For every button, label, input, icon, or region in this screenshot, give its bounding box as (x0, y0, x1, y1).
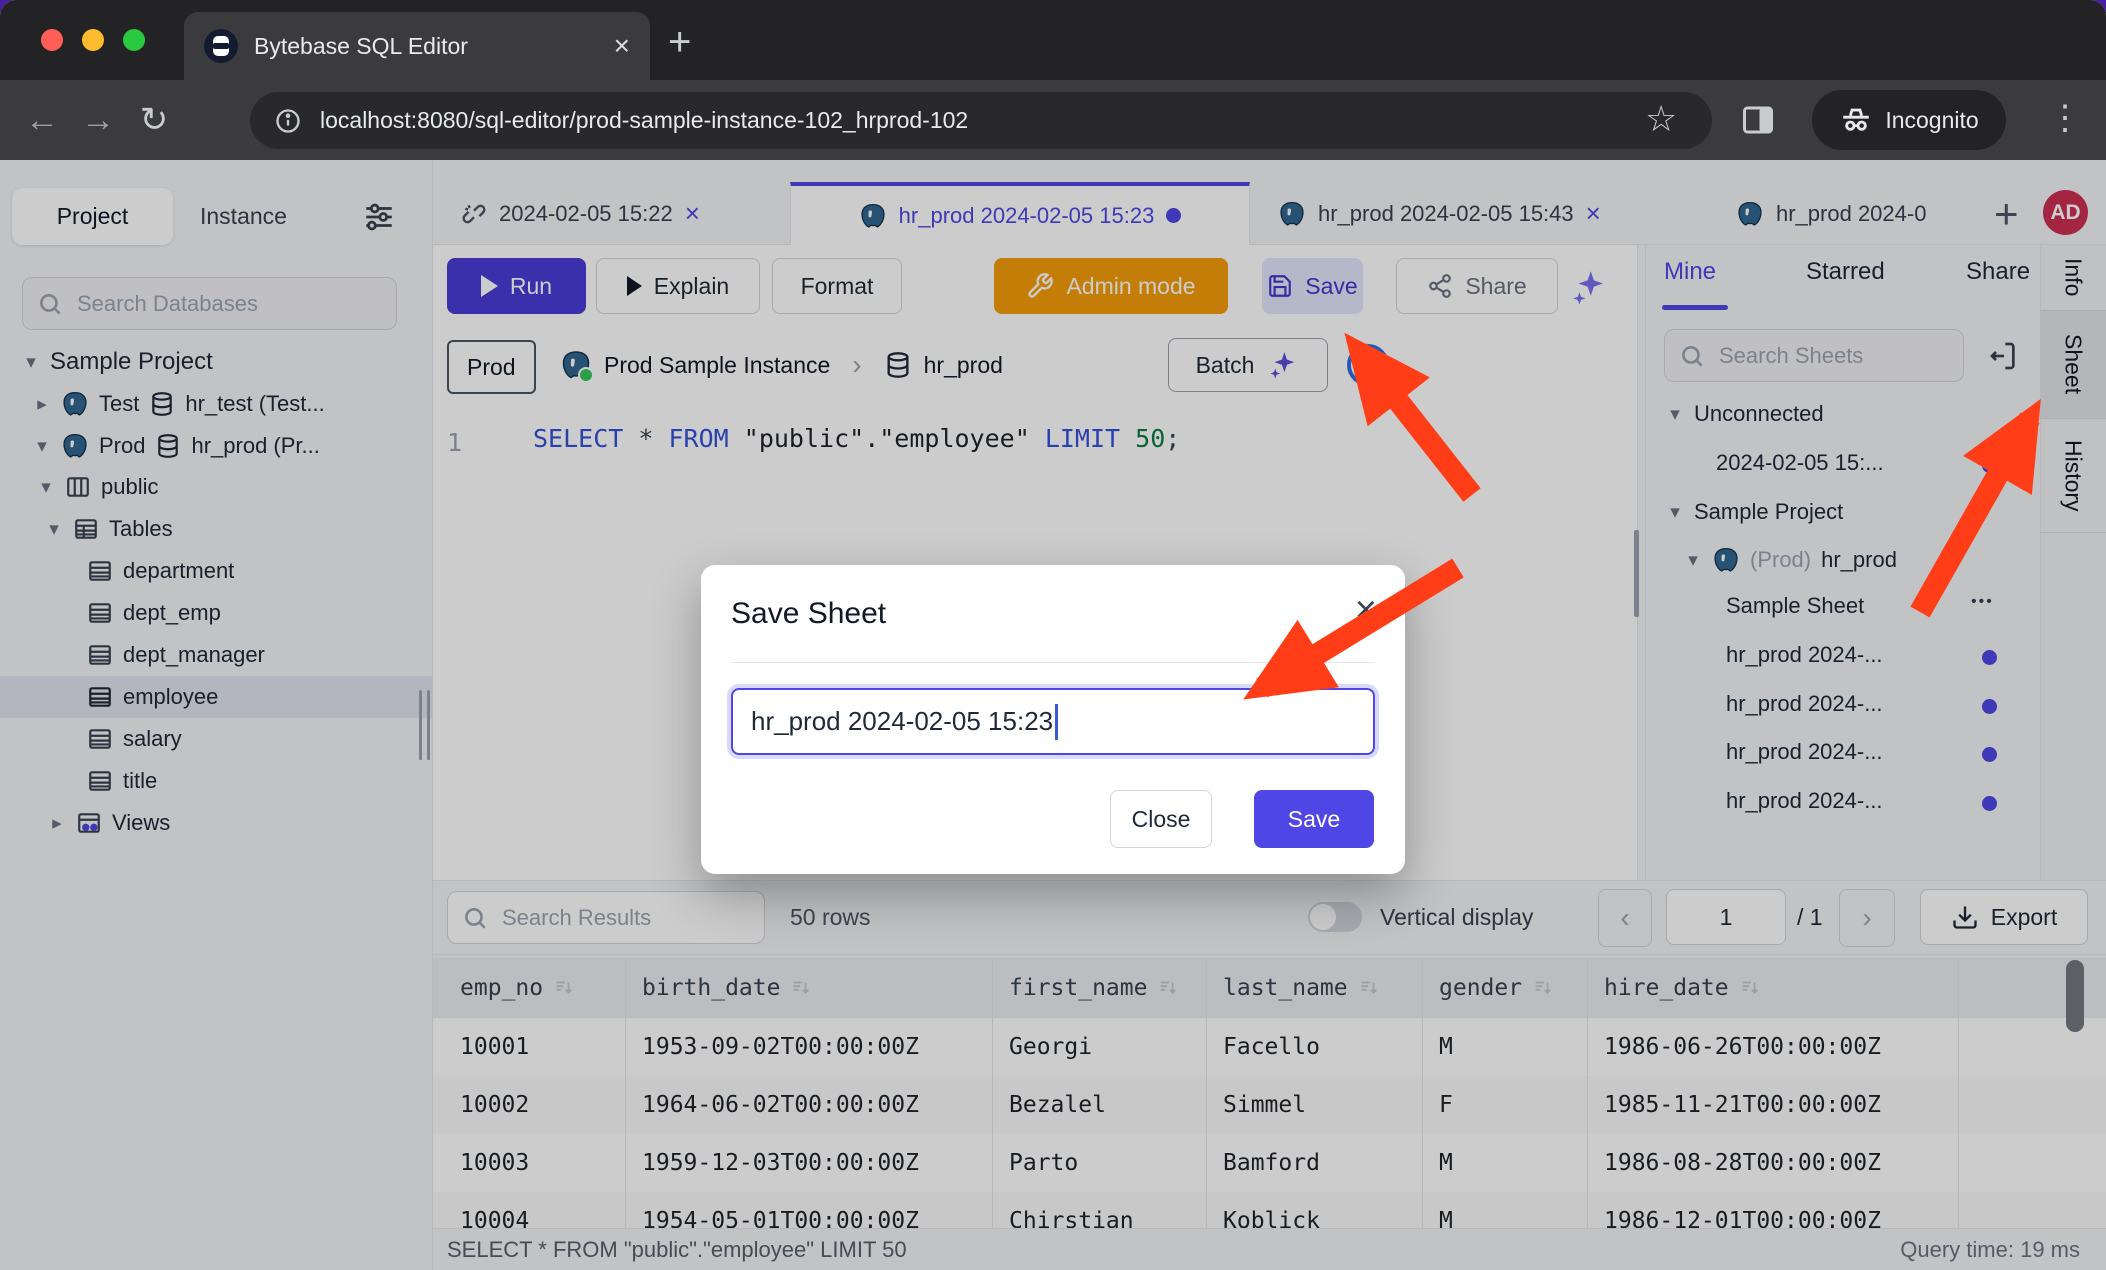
dialog-save-button[interactable]: Save (1254, 790, 1374, 848)
app-window: Bytebase SQL Editor × + ← → ↻ localhost:… (0, 0, 2106, 1270)
browser-tab[interactable]: Bytebase SQL Editor × (184, 12, 650, 80)
dialog-title: Save Sheet (731, 597, 886, 631)
url-text: localhost:8080/sql-editor/prod-sample-in… (320, 107, 968, 134)
browser-tab-bar: Bytebase SQL Editor × + (0, 0, 2106, 80)
page-content: Project Instance ▾ Sample Project ▸ (0, 160, 2106, 1270)
side-panel-icon[interactable] (1740, 102, 1776, 138)
traffic-close-button[interactable] (41, 29, 63, 51)
forward-icon[interactable]: → (70, 101, 126, 140)
save-sheet-dialog: Save Sheet × hr_prod 2024-02-05 15:23 Cl… (701, 565, 1405, 874)
incognito-icon (1839, 103, 1873, 137)
bookmark-star-icon[interactable]: ☆ (1645, 98, 1677, 140)
browser-tab-title: Bytebase SQL Editor (254, 33, 468, 60)
browser-menu-icon[interactable]: ⋮ (2048, 98, 2082, 138)
reload-icon[interactable]: ↻ (126, 100, 182, 140)
incognito-label: Incognito (1885, 107, 1978, 134)
browser-tab-close-icon[interactable]: × (614, 30, 630, 62)
site-info-icon[interactable] (274, 107, 302, 135)
browser-url-bar: ← → ↻ localhost:8080/sql-editor/prod-sam… (0, 80, 2106, 160)
dialog-close-icon[interactable]: × (1355, 589, 1377, 632)
new-browser-tab-button[interactable]: + (668, 22, 691, 62)
traffic-zoom-button[interactable] (123, 29, 145, 51)
incognito-badge: Incognito (1812, 90, 2006, 150)
dialog-close-button[interactable]: Close (1110, 790, 1212, 848)
bytebase-favicon (204, 29, 238, 63)
traffic-minimize-button[interactable] (82, 29, 104, 51)
address-field[interactable]: localhost:8080/sql-editor/prod-sample-in… (250, 92, 1712, 149)
dialog-divider (731, 662, 1375, 663)
back-icon[interactable]: ← (14, 101, 70, 140)
text-cursor (1055, 704, 1058, 740)
sheet-name-input[interactable]: hr_prod 2024-02-05 15:23 (731, 688, 1375, 755)
